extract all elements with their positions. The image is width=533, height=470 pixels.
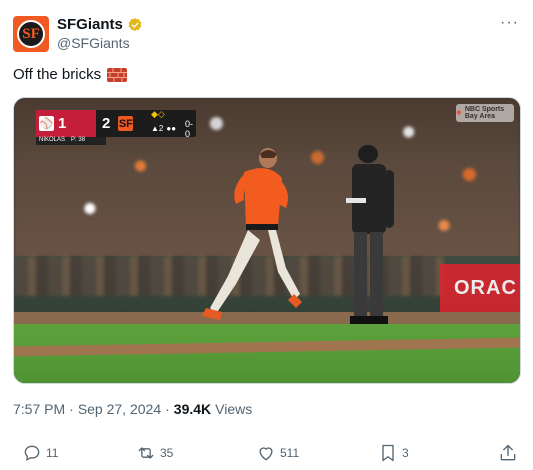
author-handle[interactable]: @SFGiants — [57, 35, 130, 51]
home-score: 2 — [102, 115, 111, 132]
inning: ▲2 — [151, 123, 164, 133]
tweet-time[interactable]: 7:57 PM — [13, 401, 65, 417]
tweet-date[interactable]: Sep 27, 2024 — [78, 401, 161, 417]
away-score: 1 — [58, 115, 67, 132]
home-team-score: 2 SF — [96, 110, 146, 137]
reply-icon — [24, 445, 40, 461]
game-state: ◆◇ ▲2 ●● 0-0 — [146, 108, 196, 139]
giants-logo-icon: SF — [118, 116, 134, 131]
verified-badge-icon — [128, 17, 142, 31]
wall-advertisement: ORAC — [440, 264, 520, 312]
scorebug: ⚾ 1 2 SF ◆◇ ▲2 ●● 0-0 — [36, 108, 196, 139]
author-name-row[interactable]: SFGiants — [57, 16, 143, 33]
retweet-button[interactable]: 35 — [136, 443, 173, 463]
like-count: 511 — [280, 446, 300, 460]
retweet-count: 35 — [160, 446, 174, 460]
pitch-count: P: 38 — [71, 137, 86, 143]
runner-figure — [202, 148, 302, 320]
away-team-score: ⚾ 1 — [36, 110, 96, 137]
tweet-text: Off the bricks — [13, 66, 128, 83]
views-label: Views — [215, 401, 253, 417]
like-button[interactable]: 511 — [256, 443, 299, 463]
meta-separator: · — [165, 401, 170, 417]
avatar[interactable]: SF — [13, 16, 49, 52]
pitcher-name: NIKOLAS — [39, 137, 66, 143]
umpire-figure — [346, 145, 394, 324]
views-count: 39.4K — [173, 401, 212, 417]
brick-icon — [107, 67, 128, 82]
network-label: NBC Sports Bay Area — [464, 106, 505, 120]
outs-dots-icon: ●● — [166, 123, 177, 133]
bases-diamond-icon: ◆◇ — [151, 108, 165, 119]
more-options-icon[interactable]: ··· — [500, 14, 519, 32]
nbc-peacock-icon: ✺ — [456, 110, 462, 117]
share-icon — [500, 444, 516, 461]
tweet-body: Off the bricks — [13, 66, 102, 83]
network-logo: ✺ NBC Sports Bay Area — [456, 104, 514, 122]
pitch-count-balls-strikes: 0-0 — [185, 118, 194, 139]
retweet-icon — [138, 447, 154, 459]
reply-count: 11 — [46, 446, 59, 460]
share-button[interactable] — [498, 443, 518, 463]
video-player[interactable]: ORAC ⚾ 1 2 SF ◆◇ ▲2 ●● 0-0 NIKOLAS P: 38… — [13, 97, 521, 384]
meta-separator: · — [69, 401, 74, 417]
reply-button[interactable]: 11 — [22, 443, 58, 463]
cardinals-logo-icon: ⚾ — [39, 116, 54, 131]
tweet-actions: 11 35 511 3 — [22, 443, 522, 465]
heart-icon — [259, 447, 273, 461]
display-name[interactable]: SFGiants — [57, 16, 123, 33]
bookmark-icon — [382, 444, 394, 462]
pitcher-info: NIKOLAS P: 38 — [36, 137, 106, 145]
sf-giants-logo-icon: SF — [17, 20, 45, 48]
bookmark-count: 3 — [402, 446, 409, 460]
tweet-meta: 7:57 PM · Sep 27, 2024 · 39.4K Views — [13, 401, 252, 417]
bookmark-button[interactable]: 3 — [378, 443, 409, 463]
